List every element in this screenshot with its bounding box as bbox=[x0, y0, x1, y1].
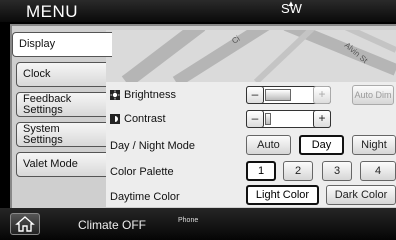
contrast-slider[interactable]: – + bbox=[246, 110, 331, 128]
side-tabs: Display Clock Feedback Settings System S… bbox=[10, 24, 112, 207]
brightness-minus-button[interactable]: – bbox=[246, 86, 264, 104]
tab-label: Display bbox=[19, 38, 56, 50]
map-roads: Ci Alvin St bbox=[106, 30, 396, 82]
brightness-row-label: Brightness bbox=[110, 89, 176, 101]
color-palette-label: Color Palette bbox=[110, 166, 174, 178]
tab-feedback-settings[interactable]: Feedback Settings bbox=[16, 92, 108, 117]
bottom-bar: Climate OFF Phone bbox=[0, 208, 396, 240]
day-night-night-button[interactable]: Night bbox=[352, 135, 396, 155]
palette-4-button[interactable]: 4 bbox=[360, 161, 396, 181]
contrast-minus-button[interactable]: – bbox=[246, 110, 264, 128]
contrast-row-label: Contrast bbox=[110, 113, 166, 125]
home-button[interactable] bbox=[10, 213, 40, 235]
tab-system-settings[interactable]: System Settings bbox=[16, 122, 108, 147]
tab-label: Clock bbox=[23, 68, 51, 80]
brightness-level bbox=[265, 89, 291, 101]
map-preview: Ci Alvin St bbox=[106, 30, 396, 83]
brightness-label: Brightness bbox=[124, 89, 176, 101]
contrast-plus-button[interactable]: + bbox=[313, 110, 331, 128]
sun-icon bbox=[110, 90, 120, 100]
climate-status[interactable]: Climate OFF bbox=[78, 218, 146, 232]
tab-label: System Settings bbox=[23, 122, 63, 146]
auto-dim-button[interactable]: Auto Dim bbox=[352, 85, 394, 105]
contrast-icon bbox=[110, 114, 120, 124]
dark-color-button[interactable]: Dark Color bbox=[326, 185, 396, 205]
tab-label: Feedback Settings bbox=[23, 92, 72, 116]
light-color-button[interactable]: Light Color bbox=[246, 185, 319, 205]
palette-3-button[interactable]: 3 bbox=[322, 161, 352, 181]
top-bar: MENU ▲ SW bbox=[0, 0, 396, 22]
display-settings-panel: Brightness – + Auto Dim Contrast – + Day… bbox=[106, 82, 396, 207]
day-night-day-button[interactable]: Day bbox=[299, 135, 344, 155]
tab-clock[interactable]: Clock bbox=[16, 62, 108, 87]
contrast-label: Contrast bbox=[124, 113, 166, 125]
day-night-auto-button[interactable]: Auto bbox=[246, 135, 291, 155]
brightness-plus-button[interactable]: + bbox=[313, 86, 331, 104]
palette-1-button[interactable]: 1 bbox=[246, 161, 276, 181]
compass-arrow-icon: ▲ bbox=[287, 0, 295, 8]
palette-2-button[interactable]: 2 bbox=[283, 161, 313, 181]
phone-status[interactable]: Phone bbox=[178, 217, 198, 224]
menu-title: MENU bbox=[26, 2, 79, 21]
tab-valet-mode[interactable]: Valet Mode bbox=[16, 152, 108, 177]
daytime-color-label: Daytime Color bbox=[110, 191, 180, 203]
tab-display[interactable]: Display bbox=[12, 32, 112, 57]
auto-dim-label: Auto Dim bbox=[354, 89, 392, 100]
brightness-slider[interactable]: – + bbox=[246, 86, 331, 104]
day-night-label: Day / Night Mode bbox=[110, 140, 195, 152]
contrast-level bbox=[265, 113, 271, 125]
compass-heading: ▲ SW bbox=[281, 0, 302, 16]
tab-label: Valet Mode bbox=[23, 158, 78, 170]
home-icon bbox=[15, 216, 35, 232]
